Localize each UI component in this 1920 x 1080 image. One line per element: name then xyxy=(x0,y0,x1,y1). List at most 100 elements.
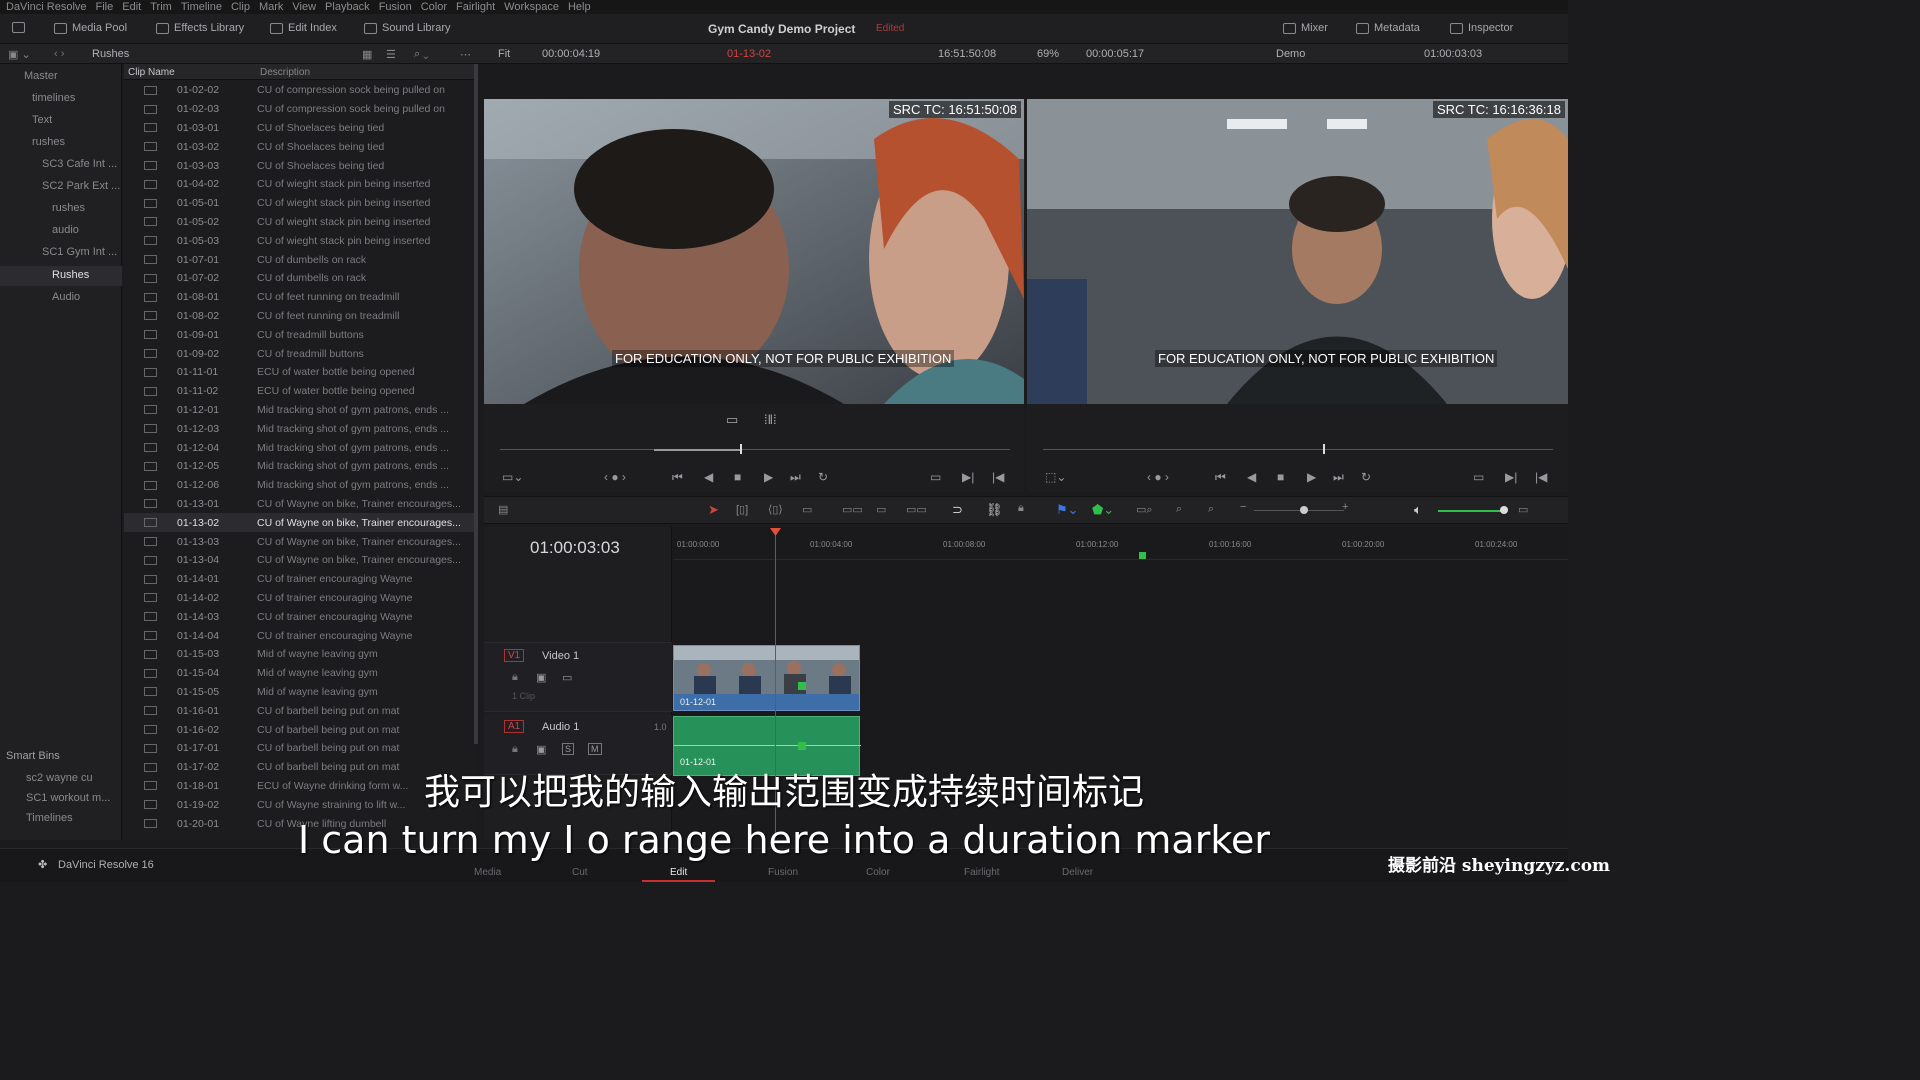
clip-row[interactable]: 01-02-02 CU of compression sock being pul… xyxy=(124,81,474,100)
loop-icon[interactable]: ↻ xyxy=(818,470,828,484)
clip-row[interactable]: 01-13-04 CU of Wayne on bike, Trainer enc… xyxy=(124,551,474,570)
clip-row[interactable]: 01-03-02 CU of Shoelaces being tied xyxy=(124,137,474,156)
lock-icon[interactable]: 🔒︎ xyxy=(1018,502,1024,515)
v1-patch[interactable]: V1 xyxy=(504,649,525,662)
nav-arrows-icon[interactable]: ‹ › xyxy=(54,48,64,60)
bin-sc1[interactable]: SC1 Gym Int ... xyxy=(42,246,117,258)
flag-icon[interactable]: ⚑⌄ xyxy=(1056,502,1079,518)
audio-only-icon[interactable]: ⁞‖⁞ xyxy=(764,412,777,427)
menu-item-clip[interactable]: Clip xyxy=(231,1,250,13)
clip-row[interactable]: 01-12-04 Mid tracking shot of gym patrons… xyxy=(124,438,474,457)
video-only-icon[interactable]: ▭ xyxy=(726,412,738,428)
workspace-icon[interactable] xyxy=(12,22,25,33)
options-icon[interactable]: ⋯ xyxy=(460,48,471,61)
clip-marker[interactable] xyxy=(798,742,806,750)
match-frame-icon[interactable]: ▭ xyxy=(1473,470,1484,484)
page-tab-cut[interactable]: Cut xyxy=(572,867,588,878)
page-tab-media[interactable]: Media xyxy=(474,867,501,878)
auto-select-icon[interactable]: ▣ xyxy=(536,671,546,684)
column-clip-name[interactable]: Clip Name xyxy=(128,67,175,78)
edit-index-button[interactable]: Edit Index xyxy=(270,22,337,34)
clip-row[interactable]: 01-12-06 Mid tracking shot of gym patrons… xyxy=(124,476,474,495)
play-reverse-icon[interactable]: ◀ xyxy=(704,470,713,484)
grid-view-icon[interactable]: ▦ xyxy=(362,48,372,61)
page-tab-color[interactable]: Color xyxy=(866,867,890,878)
snapping-icon[interactable]: ⊃ xyxy=(952,502,963,518)
timeline-view-icon[interactable]: ▤ xyxy=(498,503,508,516)
solo-button[interactable]: S xyxy=(562,743,575,755)
bin-sc3[interactable]: SC3 Cafe Int ... xyxy=(42,158,117,170)
audio-level-line[interactable] xyxy=(674,745,861,746)
clip-row[interactable]: 01-13-01 CU of Wayne on bike, Trainer enc… xyxy=(124,495,474,514)
zoom-dropdown[interactable]: 69% xyxy=(1037,48,1059,60)
zoom-full-icon[interactable]: ▭⌕ xyxy=(1136,503,1153,517)
source-clip-name[interactable]: 01-13-02 xyxy=(727,48,771,60)
zoom-detail-icon[interactable]: ⌕ xyxy=(1176,503,1182,516)
list-view-icon[interactable]: ☰ xyxy=(386,48,396,61)
clip-marker[interactable] xyxy=(798,682,806,690)
play-icon[interactable]: ▶ xyxy=(1307,470,1316,484)
source-viewer[interactable]: SRC TC: 16:51:50:08 FOR EDUCATION ONLY, … xyxy=(484,99,1024,404)
menu-item-color[interactable]: Color xyxy=(421,1,447,13)
bin-sc2[interactable]: SC2 Park Ext ... xyxy=(42,180,120,192)
jog-icon[interactable]: ‹ ● › xyxy=(1147,470,1169,484)
menu-item-view[interactable]: View xyxy=(292,1,316,13)
clip-row[interactable]: 01-11-02 ECU of water bottle being opened xyxy=(124,382,474,401)
bin-sc2-audio[interactable]: audio xyxy=(52,224,79,236)
menu-item-timeline[interactable]: Timeline xyxy=(181,1,222,13)
search-icon[interactable]: ⌕ ⌄ xyxy=(414,48,428,61)
stop-icon[interactable]: ■ xyxy=(734,470,741,484)
clip-row[interactable]: 01-03-03 CU of Shoelaces being tied xyxy=(124,156,474,175)
video-clip[interactable]: 01-12-01 xyxy=(673,645,860,711)
blade-tool-icon[interactable]: ▭ xyxy=(802,503,812,516)
clip-row[interactable]: 01-08-02 CU of feet running on treadmill xyxy=(124,307,474,326)
zoom-custom-icon[interactable]: ⌕ xyxy=(1208,503,1214,516)
clip-row[interactable]: 01-09-02 CU of treadmill buttons xyxy=(124,344,474,363)
timeline-dropdown[interactable]: Demo xyxy=(1276,48,1305,60)
page-tab-fairlight[interactable]: Fairlight xyxy=(964,867,1000,878)
lock-icon[interactable]: 🔒︎ xyxy=(512,671,518,684)
clip-row[interactable]: 01-14-03 CU of trainer encouraging Wayne xyxy=(124,607,474,626)
clip-row[interactable]: 01-02-03 CU of compression sock being pul… xyxy=(124,100,474,119)
metadata-button[interactable]: Metadata xyxy=(1356,22,1420,34)
sound-library-button[interactable]: Sound Library xyxy=(364,22,451,34)
stop-icon[interactable]: ■ xyxy=(1277,470,1284,484)
marker-icon[interactable]: ⬟⌄ xyxy=(1092,502,1114,518)
clip-row[interactable]: 01-03-01 CU of Shoelaces being tied xyxy=(124,119,474,138)
inspector-button[interactable]: Inspector xyxy=(1450,22,1513,34)
track-enable-icon[interactable]: ▭ xyxy=(562,671,572,684)
menu-item-davinci-resolve[interactable]: DaVinci Resolve xyxy=(6,1,87,13)
go-last-icon[interactable]: ⏭ xyxy=(1333,470,1344,485)
overwrite-clip-icon[interactable]: ▭ xyxy=(876,503,886,516)
play-reverse-icon[interactable]: ◀ xyxy=(1247,470,1256,484)
column-description[interactable]: Description xyxy=(260,67,310,78)
volume-knob[interactable] xyxy=(1500,506,1508,514)
clip-row[interactable]: 01-05-02 CU of wieght stack pin being ins… xyxy=(124,213,474,232)
source-playhead[interactable] xyxy=(740,444,742,454)
speaker-icon[interactable]: 🔈︎ xyxy=(1414,502,1422,518)
link-icon[interactable]: ⛓ xyxy=(986,502,1003,518)
page-tab-edit[interactable]: Edit xyxy=(642,867,716,882)
clip-row[interactable]: 01-05-01 CU of wieght stack pin being ins… xyxy=(124,194,474,213)
auto-select-icon[interactable]: ▣ xyxy=(536,743,546,756)
meter-icon[interactable]: ▭ xyxy=(1518,503,1528,516)
zoom-slider[interactable] xyxy=(1254,510,1344,511)
page-tab-deliver[interactable]: Deliver xyxy=(1062,867,1093,878)
trim-tool-icon[interactable]: [▯] xyxy=(736,503,748,516)
menu-item-trim[interactable]: Trim xyxy=(150,1,172,13)
mark-in-icon[interactable]: ▶| xyxy=(962,470,974,484)
clip-row[interactable]: 01-13-03 CU of Wayne on bike, Trainer enc… xyxy=(124,532,474,551)
clip-row[interactable]: 01-15-03 Mid of wayne leaving gym xyxy=(124,645,474,664)
clip-row[interactable]: 01-14-02 CU of trainer encouraging Wayne xyxy=(124,589,474,608)
clip-row[interactable]: 01-08-01 CU of feet running on treadmill xyxy=(124,288,474,307)
mark-in-icon[interactable]: ▶| xyxy=(1505,470,1517,484)
menu-item-workspace[interactable]: Workspace xyxy=(504,1,559,13)
timeline-scrubber[interactable] xyxy=(1043,449,1553,450)
crop-options-icon[interactable]: ⬚⌄ xyxy=(1045,470,1066,484)
menu-item-playback[interactable]: Playback xyxy=(325,1,370,13)
page-tab-fusion[interactable]: Fusion xyxy=(768,867,798,878)
menu-item-fusion[interactable]: Fusion xyxy=(379,1,412,13)
clip-row[interactable]: 01-12-01 Mid tracking shot of gym patrons… xyxy=(124,401,474,420)
a1-patch[interactable]: A1 xyxy=(504,720,525,733)
replace-clip-icon[interactable]: ▭▭ xyxy=(906,503,927,516)
